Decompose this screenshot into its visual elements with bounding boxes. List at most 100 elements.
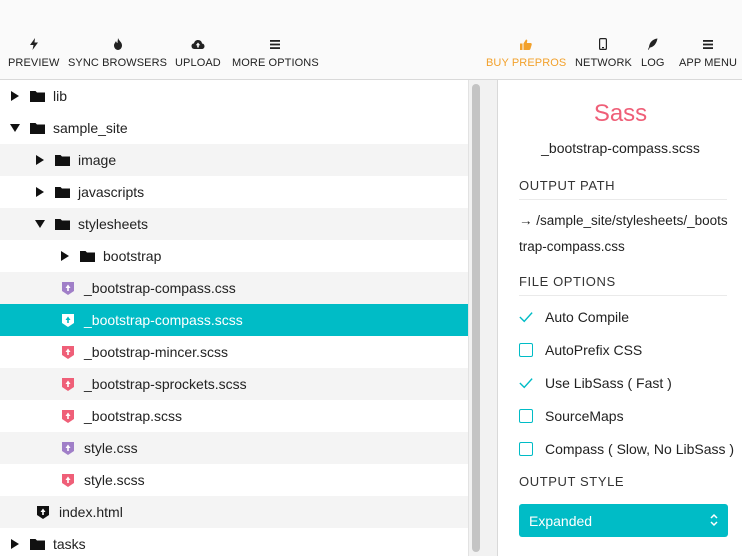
caret-right-icon[interactable] bbox=[10, 89, 20, 103]
tree-item-label: image bbox=[78, 152, 117, 168]
folder-icon bbox=[29, 120, 45, 136]
log-label: LOG bbox=[641, 57, 665, 69]
option-label: Auto Compile bbox=[545, 309, 630, 325]
scss-file-icon bbox=[60, 376, 76, 392]
scss-file-icon bbox=[60, 344, 76, 360]
sync-browsers-label: SYNC BROWSERS bbox=[68, 57, 168, 69]
output-style-select[interactable]: Expanded bbox=[519, 504, 728, 537]
tree-row-file[interactable]: style.css bbox=[0, 432, 468, 464]
output-style-heading: OUTPUT STYLE bbox=[519, 474, 625, 489]
feather-icon bbox=[647, 36, 658, 52]
network-button[interactable]: NETWORK bbox=[575, 36, 632, 72]
option-label: AutoPrefix CSS bbox=[545, 342, 643, 358]
tree-row-sample-site[interactable]: sample_site bbox=[0, 112, 468, 144]
css-file-icon bbox=[60, 280, 76, 296]
tree-item-label: tasks bbox=[53, 536, 86, 552]
checkbox-icon[interactable] bbox=[519, 442, 533, 456]
buy-prepros-button[interactable]: BUY PREPROS bbox=[486, 36, 566, 72]
tree-item-label: _bootstrap.scss bbox=[84, 408, 183, 424]
html-file-icon bbox=[35, 504, 51, 520]
thumbs-up-icon bbox=[520, 36, 532, 52]
sync-browsers-button[interactable]: SYNC BROWSERS bbox=[68, 36, 167, 72]
buy-prepros-label: BUY PREPROS bbox=[486, 57, 567, 69]
preview-button[interactable]: PREVIEW bbox=[8, 36, 59, 72]
lightning-icon bbox=[29, 36, 39, 52]
file-tree: lib sample_site image javascripts styles… bbox=[0, 80, 468, 556]
folder-icon bbox=[29, 536, 45, 552]
auto-compile-option[interactable]: Auto Compile bbox=[519, 306, 629, 328]
tree-row-bootstrap[interactable]: bootstrap bbox=[0, 240, 468, 272]
more-options-label: MORE OPTIONS bbox=[232, 57, 319, 69]
tree-row-file[interactable]: _bootstrap-compass.css bbox=[0, 272, 468, 304]
tree-row-file[interactable]: _bootstrap.scss bbox=[0, 400, 468, 432]
use-libsass-option[interactable]: Use LibSass ( Fast ) bbox=[519, 372, 672, 394]
flame-icon bbox=[113, 36, 123, 52]
tree-item-label: lib bbox=[53, 88, 68, 104]
menu-icon bbox=[703, 36, 714, 52]
network-label: NETWORK bbox=[575, 57, 632, 69]
checkbox-icon[interactable] bbox=[519, 409, 533, 423]
cloud-upload-icon bbox=[191, 36, 205, 52]
log-button[interactable]: LOG bbox=[641, 36, 665, 72]
app-menu-label: APP MENU bbox=[679, 57, 738, 69]
toolbar: PREVIEW SYNC BROWSERS UPLOAD MORE OPTION… bbox=[0, 0, 742, 80]
output-path[interactable]: → /sample_site/stylesheets/_bootstrap-co… bbox=[519, 208, 729, 260]
sourcemaps-option[interactable]: SourceMaps bbox=[519, 405, 624, 427]
tree-row-tasks[interactable]: tasks bbox=[0, 528, 468, 556]
selected-file-name: _bootstrap-compass.scss bbox=[541, 140, 700, 156]
caret-right-icon[interactable] bbox=[10, 537, 20, 551]
tree-row-lib[interactable]: lib bbox=[0, 80, 468, 112]
upload-label: UPLOAD bbox=[175, 57, 221, 69]
file-options-heading: FILE OPTIONS bbox=[519, 274, 727, 296]
caret-down-icon[interactable] bbox=[35, 217, 45, 231]
tree-row-file[interactable]: style.scss bbox=[0, 464, 468, 496]
checkmark-icon[interactable] bbox=[519, 376, 533, 390]
file-options-panel: Sass _bootstrap-compass.scss OUTPUT PATH… bbox=[499, 80, 742, 556]
tree-item-label: style.scss bbox=[84, 472, 145, 488]
preview-label: PREVIEW bbox=[8, 57, 60, 69]
scss-file-icon bbox=[60, 408, 76, 424]
tree-row-javascripts[interactable]: javascripts bbox=[0, 176, 468, 208]
mobile-icon bbox=[599, 36, 608, 52]
scss-file-icon bbox=[60, 472, 76, 488]
tree-row-file-selected[interactable]: _bootstrap-compass.scss bbox=[0, 304, 468, 336]
tree-row-stylesheets[interactable]: stylesheets bbox=[0, 208, 468, 240]
caret-right-icon[interactable] bbox=[60, 249, 70, 263]
caret-right-icon[interactable] bbox=[35, 185, 45, 199]
css-file-icon bbox=[60, 440, 76, 456]
tree-item-label: index.html bbox=[59, 504, 123, 520]
tree-row-file[interactable]: _bootstrap-mincer.scss bbox=[0, 336, 468, 368]
autoprefix-css-option[interactable]: AutoPrefix CSS bbox=[519, 339, 642, 361]
tree-item-label: bootstrap bbox=[103, 248, 162, 264]
folder-icon bbox=[29, 88, 45, 104]
tree-item-label: sample_site bbox=[53, 120, 128, 136]
caret-down-icon[interactable] bbox=[10, 121, 20, 135]
caret-right-icon[interactable] bbox=[35, 153, 45, 167]
folder-icon bbox=[54, 152, 70, 168]
more-options-button[interactable]: MORE OPTIONS bbox=[232, 36, 319, 72]
output-style-value: Expanded bbox=[529, 512, 593, 529]
tree-item-label: javascripts bbox=[78, 184, 145, 200]
checkmark-icon[interactable] bbox=[519, 310, 533, 324]
menu-icon bbox=[270, 36, 281, 52]
output-path-heading: OUTPUT PATH bbox=[519, 178, 727, 200]
scrollbar-thumb[interactable] bbox=[472, 84, 480, 552]
tree-row-file[interactable]: _bootstrap-sprockets.scss bbox=[0, 368, 468, 400]
tree-item-label: _bootstrap-sprockets.scss bbox=[84, 376, 247, 392]
tree-item-label: _bootstrap-compass.css bbox=[84, 280, 236, 296]
folder-icon bbox=[54, 216, 70, 232]
tree-row-file[interactable]: index.html bbox=[0, 496, 468, 528]
option-label: SourceMaps bbox=[545, 408, 624, 424]
tree-item-label: stylesheets bbox=[78, 216, 149, 232]
scss-file-icon bbox=[60, 312, 76, 328]
option-label: Compass ( Slow, No LibSass ) bbox=[545, 441, 735, 457]
tree-item-label: style.css bbox=[84, 440, 138, 456]
language-title: Sass bbox=[593, 100, 648, 127]
app-menu-button[interactable]: APP MENU bbox=[679, 36, 737, 72]
folder-icon bbox=[79, 248, 95, 264]
option-label: Use LibSass ( Fast ) bbox=[545, 375, 672, 391]
checkbox-icon[interactable] bbox=[519, 343, 533, 357]
tree-row-image[interactable]: image bbox=[0, 144, 468, 176]
compass-option[interactable]: Compass ( Slow, No LibSass ) bbox=[519, 438, 734, 460]
upload-button[interactable]: UPLOAD bbox=[175, 36, 221, 72]
